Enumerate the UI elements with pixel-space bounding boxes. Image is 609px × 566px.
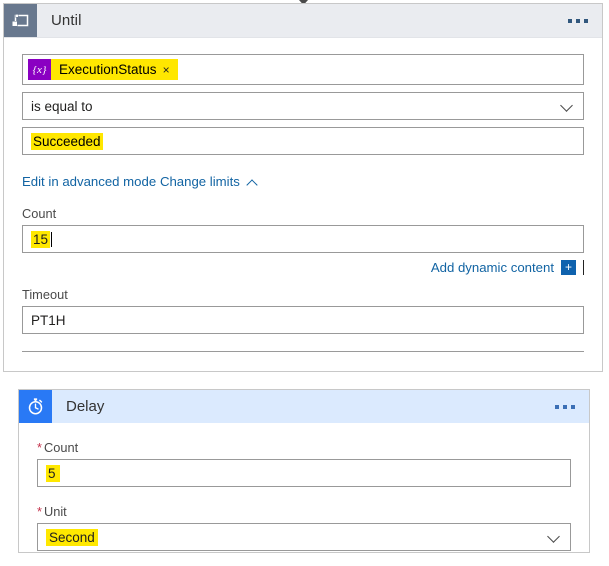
delay-unit-value: Second: [46, 529, 98, 546]
until-loop-icon: [4, 4, 37, 37]
section-divider: [22, 351, 584, 352]
text-cursor: [583, 260, 584, 275]
add-dynamic-content-row[interactable]: Add dynamic content +: [22, 260, 584, 275]
expression-badge-icon: {x}: [28, 59, 51, 80]
delay-count-value: 5: [46, 465, 60, 482]
add-dynamic-content-link[interactable]: Add dynamic content: [431, 260, 554, 275]
delay-card-body: *Count 5 *Unit Second: [19, 440, 589, 551]
until-count-value: 15: [31, 231, 50, 248]
until-action-card: Until {x} ExecutionStatus × is equal to …: [3, 3, 603, 372]
until-card-body: {x} ExecutionStatus × is equal to Succee…: [4, 54, 602, 352]
dot-icon: [563, 405, 567, 409]
stopwatch-icon: [19, 390, 52, 423]
condition-value: Succeeded: [31, 133, 103, 150]
dot-icon: [555, 405, 559, 409]
dot-icon: [584, 19, 588, 23]
until-card-title: Until: [51, 12, 82, 29]
token-label: ExecutionStatus: [51, 62, 163, 77]
until-count-input[interactable]: 15: [22, 225, 584, 253]
until-overflow-menu-button[interactable]: [568, 19, 588, 23]
add-dynamic-content-plus-button[interactable]: +: [561, 260, 576, 275]
token-remove-icon[interactable]: ×: [163, 63, 178, 77]
required-marker: *: [37, 504, 42, 519]
dynamic-content-token[interactable]: {x} ExecutionStatus ×: [28, 59, 178, 80]
delay-card-header[interactable]: Delay: [19, 390, 589, 423]
dot-icon: [576, 19, 580, 23]
until-timeout-value: PT1H: [31, 313, 66, 328]
delay-overflow-menu-button[interactable]: [555, 405, 575, 409]
change-limits-toggle[interactable]: Change limits: [160, 174, 258, 189]
condition-operator-value: is equal to: [31, 99, 93, 114]
required-marker: *: [37, 440, 42, 455]
delay-unit-dropdown[interactable]: Second: [37, 523, 571, 551]
dot-icon: [571, 405, 575, 409]
change-limits-label: Change limits: [160, 174, 240, 189]
dot-icon: [568, 19, 572, 23]
delay-count-input[interactable]: 5: [37, 459, 571, 487]
delay-count-label: *Count: [37, 440, 571, 455]
until-card-header[interactable]: Until: [4, 4, 602, 38]
until-timeout-label: Timeout: [22, 287, 584, 302]
condition-left-operand-field[interactable]: {x} ExecutionStatus ×: [22, 54, 584, 85]
edit-in-advanced-mode-link[interactable]: Edit in advanced mode: [22, 174, 156, 189]
condition-operator-dropdown[interactable]: is equal to: [22, 92, 584, 120]
text-cursor: [51, 232, 52, 247]
chevron-down-icon: [562, 100, 573, 111]
chevron-up-icon: [247, 178, 258, 186]
delay-unit-label-text: Unit: [44, 504, 67, 519]
delay-action-card: Delay *Count 5 *Unit Second: [18, 389, 590, 553]
until-count-label: Count: [22, 206, 584, 221]
until-timeout-input[interactable]: PT1H: [22, 306, 584, 334]
delay-unit-label: *Unit: [37, 504, 571, 519]
condition-right-operand-field[interactable]: Succeeded: [22, 127, 584, 155]
chevron-down-icon: [549, 531, 560, 542]
delay-count-label-text: Count: [44, 440, 78, 455]
delay-card-title: Delay: [66, 398, 104, 415]
